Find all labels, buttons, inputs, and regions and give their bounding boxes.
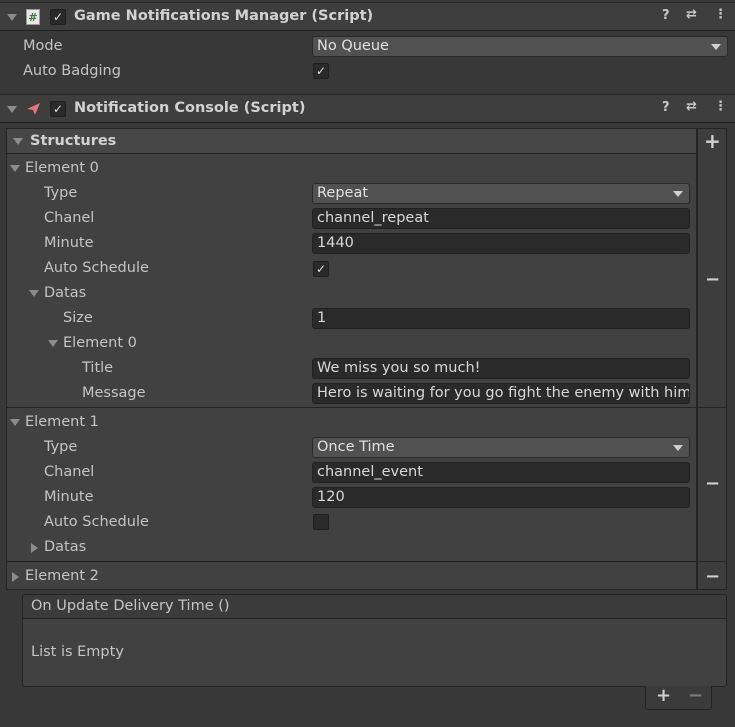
datas-label[interactable]: Datas [44,539,86,555]
message-label: Message [82,385,146,401]
add-element-button[interactable]: + [704,129,721,153]
help-icon[interactable]: ? [662,8,670,23]
inner-element-0-label[interactable]: Element 0 [63,335,137,351]
presets-icon[interactable]: ⇄ [686,99,697,114]
component-title: Game Notifications Manager (Script) [74,8,374,24]
minute-label: Minute [44,235,94,251]
size-field[interactable]: 1 [312,308,690,329]
type-label: Type [44,439,78,455]
foldout-arrow-icon[interactable] [7,14,17,21]
size-label: Size [63,310,93,326]
svg-text:#: # [28,11,37,24]
presets-icon[interactable]: ⇄ [686,7,697,22]
message-field[interactable]: Hero is waiting for you go fight the ene… [312,383,690,404]
element-1-foldout-icon[interactable] [10,419,20,426]
element-2-label[interactable]: Element 2 [25,568,99,584]
event-add-button[interactable]: + [656,685,671,706]
component-title: Notification Console (Script) [74,100,306,116]
type-dropdown[interactable]: Once Time [312,437,690,458]
remove-element-0-button[interactable]: − [705,269,720,290]
chanel-field[interactable]: channel_event [312,462,690,483]
help-icon[interactable]: ? [662,100,670,115]
datas-label[interactable]: Datas [44,285,86,301]
kebab-menu-icon[interactable]: ⋮ [714,99,727,114]
component-header-game-notifications-manager[interactable]: # ✓ Game Notifications Manager (Script) … [0,2,735,31]
type-value: Once Time [317,439,395,455]
chevron-down-icon [711,44,721,50]
component-enabled-checkbox[interactable]: ✓ [50,9,66,25]
side-divider [697,407,727,408]
minute-field[interactable]: 1440 [312,233,690,254]
side-divider [697,561,727,562]
auto-badging-label: Auto Badging [23,63,121,79]
structures-foldout-icon[interactable] [13,138,23,145]
mode-value: No Queue [317,38,389,54]
mode-dropdown[interactable]: No Queue [312,36,728,57]
element-divider [6,407,697,408]
auto-schedule-checkbox[interactable] [313,514,329,530]
element-0-label[interactable]: Element 0 [25,160,99,176]
title-label: Title [82,360,114,376]
auto-schedule-label: Auto Schedule [44,514,149,530]
structures-label: Structures [30,133,117,149]
mode-label: Mode [23,38,63,54]
element-divider [6,561,697,562]
element-2-foldout-icon[interactable] [12,572,19,582]
empty-list-text: List is Empty [31,644,124,660]
structures-side-column [697,128,727,590]
chanel-field[interactable]: channel_repeat [312,208,690,229]
datas-foldout-icon[interactable] [29,290,39,297]
chanel-label: Chanel [44,464,95,480]
title-field[interactable]: We miss you so much! [312,358,690,379]
auto-schedule-checkbox[interactable]: ✓ [313,261,329,277]
chanel-label: Chanel [44,210,95,226]
minute-field[interactable]: 120 [312,487,690,508]
type-value: Repeat [317,185,369,201]
foldout-arrow-icon[interactable] [7,106,17,113]
auto-schedule-label: Auto Schedule [44,260,149,276]
event-remove-button[interactable]: − [688,685,703,706]
type-label: Type [44,185,78,201]
chevron-down-icon [673,191,683,197]
paper-plane-icon [27,103,40,115]
script-hash-icon: # [26,9,40,25]
element-1-label[interactable]: Element 1 [25,414,99,430]
inner-element-foldout-icon[interactable] [48,340,58,347]
type-dropdown[interactable]: Repeat [312,183,690,204]
component-enabled-checkbox[interactable]: ✓ [50,101,66,117]
auto-badging-checkbox[interactable]: ✓ [313,63,329,79]
remove-element-1-button[interactable]: − [705,473,720,494]
remove-element-2-button[interactable]: − [705,566,720,587]
component-header-notification-console[interactable]: ✓ Notification Console (Script) ? ⇄ ⋮ [0,94,735,123]
datas-foldout-icon[interactable] [31,543,38,553]
minute-label: Minute [44,489,94,505]
element-0-foldout-icon[interactable] [10,165,20,172]
event-title: On Update Delivery Time () [31,598,230,614]
chevron-down-icon [673,445,683,451]
kebab-menu-icon[interactable]: ⋮ [714,7,727,22]
